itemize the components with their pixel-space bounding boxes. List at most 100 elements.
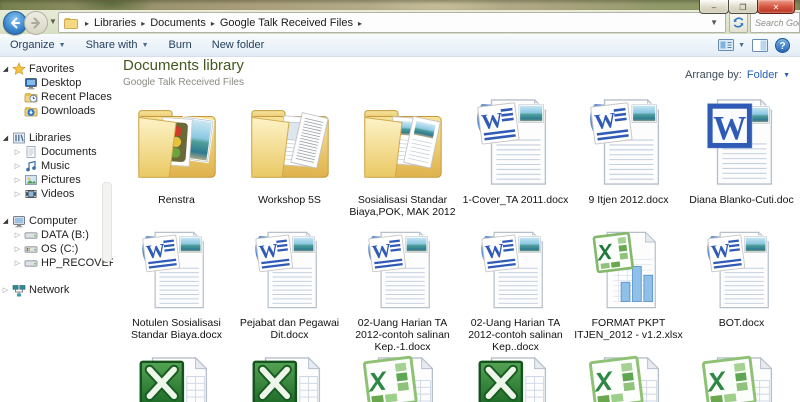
sidebar-scrollbar-thumb[interactable]	[102, 182, 112, 262]
file-item[interactable]: X	[346, 353, 459, 402]
forward-button[interactable]	[24, 11, 48, 35]
refresh-button[interactable]	[729, 12, 748, 33]
file-item[interactable]	[233, 353, 346, 402]
file-item[interactable]: W Diana Blanko-Cuti.doc	[685, 95, 798, 228]
breadcrumb-item[interactable]: Libraries	[92, 17, 138, 29]
sidebar-item-network[interactable]: ▷ Network	[0, 283, 113, 297]
file-item[interactable]: W BOT.docx	[685, 228, 798, 353]
docx-icon: W	[582, 95, 676, 189]
file-item[interactable]: W 02-Uang Harian TA 2012-contoh salinan K…	[346, 228, 459, 353]
file-list-pane: Documents library Google Talk Received F…	[113, 57, 800, 402]
tree-expander-icon[interactable]: ▷	[12, 245, 23, 253]
tree-expander-icon[interactable]: ▷	[0, 286, 11, 294]
file-item[interactable]	[120, 353, 233, 402]
breadcrumb-arrow-icon[interactable]: ▸	[138, 19, 148, 28]
chevron-down-icon: ▼	[738, 42, 745, 49]
refresh-icon	[733, 17, 744, 28]
breadcrumb-arrow-icon[interactable]: ▸	[355, 19, 365, 28]
docx-icon: W	[248, 228, 332, 312]
file-item[interactable]: X	[685, 353, 798, 402]
tree-expander-icon[interactable]: ◢	[0, 217, 11, 225]
sidebar-item-pictures[interactable]: ▷ Pictures	[0, 173, 113, 187]
tree-expander-icon[interactable]: ▷	[12, 259, 23, 267]
burn-button[interactable]: Burn	[159, 39, 202, 51]
file-label: BOT.docx	[718, 317, 765, 329]
breadcrumb-item[interactable]: Google Talk Received Files	[218, 17, 355, 29]
sidebar-item-os-c[interactable]: ▷ OS (C:)	[0, 242, 113, 256]
chevron-down-icon[interactable]: ▼	[783, 72, 790, 79]
file-item[interactable]: W 9 Itjen 2012.docx	[572, 95, 685, 228]
tree-expander-icon[interactable]: ▷	[12, 231, 23, 239]
folder-docs-icon	[243, 95, 337, 189]
sidebar-item-recent-places[interactable]: Recent Places	[0, 90, 113, 104]
sidebar-item-label: Pictures	[41, 174, 81, 186]
folder-imgdocs-icon	[356, 95, 450, 189]
address-dropdown-icon[interactable]: ▼	[710, 18, 725, 27]
sidebar-item-data-b[interactable]: ▷ DATA (B:)	[0, 228, 113, 242]
search-box[interactable]: Search Goo...	[750, 12, 800, 33]
svg-text:W: W	[370, 240, 392, 263]
breadcrumb-item[interactable]: Documents	[148, 17, 208, 29]
file-item[interactable]: W Pejabat dan Pegawai Dit.docx	[233, 228, 346, 353]
file-item[interactable]	[459, 353, 572, 402]
new-folder-button[interactable]: New folder	[202, 39, 275, 51]
tree-expander-icon[interactable]: ▷	[12, 148, 23, 156]
sidebar-item-videos[interactable]: ▷ Videos	[0, 187, 113, 201]
share-with-button[interactable]: Share with ▼	[76, 39, 159, 51]
xls-classic-icon	[469, 353, 563, 402]
file-item[interactable]: W 1-Cover_TA 2011.docx	[459, 95, 572, 228]
tree-expander-icon[interactable]: ▷	[12, 162, 23, 170]
tree-expander-icon[interactable]: ◢	[0, 65, 11, 73]
arrange-by: Arrange by: Folder ▼	[685, 69, 790, 81]
tree-expander-icon[interactable]: ▷	[12, 176, 23, 184]
sidebar-item-label: DATA (B:)	[41, 229, 89, 241]
sidebar-item-label: Downloads	[41, 105, 96, 117]
recent-pages-dropdown[interactable]: ▼	[49, 17, 57, 26]
file-label: Renstra	[158, 194, 195, 206]
sidebar-item-label: Desktop	[41, 77, 82, 89]
toolbar-right-group: ▼ ?	[718, 37, 800, 53]
address-bar[interactable]: ▸ Libraries ▸ Documents ▸ Google Talk Receive…	[58, 12, 726, 33]
file-label: FORMAT PKPT ITJEN_2012 - v1.2.xlsx	[574, 317, 683, 341]
close-button[interactable]: ✕	[757, 0, 795, 14]
sidebar-item-label: Recent Places	[41, 91, 112, 103]
xls-classic-icon	[130, 353, 224, 402]
folder-item[interactable]: Sosialisasi Standar Biaya,POK, MAK 2012	[346, 95, 459, 228]
sidebar-item-favorites[interactable]: ◢ Favorites	[0, 62, 113, 76]
minimize-button[interactable]: –	[699, 0, 729, 14]
search-placeholder: Search Goo...	[755, 17, 799, 28]
tree-expander-icon[interactable]: ▷	[12, 190, 23, 198]
breadcrumb-arrow-icon[interactable]: ▸	[82, 19, 92, 28]
tree-expander-icon[interactable]: ◢	[0, 134, 11, 142]
arrange-by-value[interactable]: Folder	[747, 69, 778, 81]
navigation-pane: ◢ Favorites Desktop Recent Places Downloads ◢…	[0, 57, 113, 402]
sidebar-item-downloads[interactable]: Downloads	[0, 104, 113, 118]
desktop-background	[0, 0, 800, 10]
organize-button[interactable]: Organize ▼	[0, 39, 76, 51]
sidebar-item-label: Music	[41, 160, 70, 172]
help-button[interactable]: ?	[775, 37, 790, 53]
sidebar-item-music[interactable]: ▷ Music	[0, 159, 113, 173]
file-item[interactable]: W 02-Uang Harian TA 2012-contoh salinan K…	[459, 228, 572, 353]
sidebar-item-computer[interactable]: ◢ Computer	[0, 214, 113, 228]
sidebar-item-label: Computer	[29, 215, 78, 227]
sidebar-item-documents[interactable]: ▷ Documents	[0, 145, 113, 159]
folder-item[interactable]: Renstra	[120, 95, 233, 228]
file-item[interactable]: X FORMAT PKPT ITJEN_2012 - v1.2.xlsx	[572, 228, 685, 353]
folder-item[interactable]: Workshop 5S	[233, 95, 346, 228]
main-area: ◢ Favorites Desktop Recent Places Downloads ◢…	[0, 57, 800, 402]
sidebar-item-hp-recovery-d[interactable]: ▷HP_RECOVERY (D:)	[0, 256, 113, 270]
file-label: Pejabat dan Pegawai Dit.docx	[239, 317, 340, 341]
file-item[interactable]: X	[572, 353, 685, 402]
maximize-button[interactable]: ❐	[728, 0, 758, 14]
preview-pane-button[interactable]	[752, 38, 768, 52]
change-view-button[interactable]: ▼	[718, 38, 745, 52]
breadcrumb-arrow-icon[interactable]: ▸	[208, 19, 218, 28]
network-icon	[11, 283, 27, 297]
sidebar-item-libraries[interactable]: ◢ Libraries	[0, 131, 113, 145]
pictures-icon	[23, 173, 39, 187]
file-item[interactable]: W Notulen Sosialisasi Standar Biaya.docx	[120, 228, 233, 353]
sidebar-section-gap	[0, 297, 113, 310]
sidebar-item-desktop[interactable]: Desktop	[0, 76, 113, 90]
doc-icon: W	[695, 95, 789, 189]
